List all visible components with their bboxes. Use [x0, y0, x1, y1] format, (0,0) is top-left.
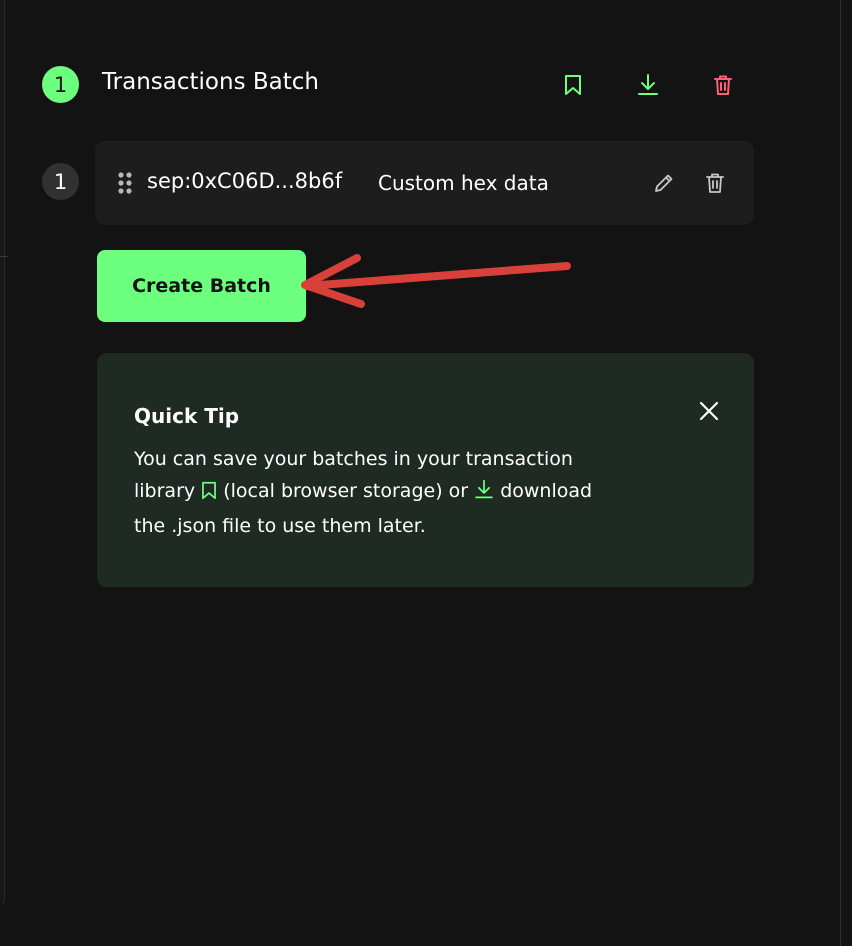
bookmark-icon[interactable] [560, 72, 586, 98]
trash-icon [706, 173, 724, 193]
download-icon-svg [638, 74, 658, 95]
left-panel-edge [0, 0, 5, 905]
bookmark-icon [201, 478, 217, 510]
download-icon[interactable] [635, 72, 661, 98]
quick-tip-panel: Quick Tip You can save your batches in y… [97, 353, 754, 587]
batch-count-badge: 1 [42, 66, 79, 103]
create-batch-button[interactable]: Create Batch [97, 250, 306, 322]
pencil-icon [655, 174, 673, 192]
batch-title: Transactions Batch [102, 69, 319, 95]
bookmark-inline-svg [202, 481, 217, 500]
quick-tip-body: You can save your batches in your transa… [134, 443, 654, 542]
quick-tip-line-3: the .json file to use them later. [134, 515, 426, 537]
drag-handle-icon[interactable] [117, 171, 133, 195]
quick-tip-text-library: library [134, 480, 196, 502]
quick-tip-text-download: download [500, 480, 593, 502]
batch-header: 1 Transactions Batch [42, 66, 754, 103]
transaction-index-badge: 1 [42, 163, 79, 200]
close-icon[interactable] [695, 397, 723, 425]
quick-tip-text-storage: (local browser storage) or [223, 480, 469, 502]
edit-transaction-icon[interactable] [650, 169, 678, 197]
download-icon [474, 478, 494, 510]
transaction-address: sep:0xC06D...8b6f [147, 169, 343, 193]
annotation-arrow-icon [301, 254, 571, 308]
delete-transaction-icon[interactable] [701, 169, 729, 197]
close-x [699, 401, 719, 421]
transaction-description: Custom hex data [378, 171, 549, 195]
delete-batch-icon[interactable] [710, 72, 736, 98]
right-panel-edge [840, 0, 852, 946]
download-inline-svg [475, 479, 493, 499]
quick-tip-line-2: library (local browser storage) or downl… [134, 475, 654, 510]
bookmark-icon-svg [565, 75, 581, 95]
transaction-card[interactable]: sep:0xC06D...8b6f Custom hex data [95, 141, 754, 225]
trash-icon [714, 75, 732, 95]
drag-dots [118, 172, 132, 194]
left-panel-divider [0, 256, 8, 257]
quick-tip-line-1: You can save your batches in your transa… [134, 448, 573, 470]
quick-tip-title: Quick Tip [134, 404, 240, 428]
